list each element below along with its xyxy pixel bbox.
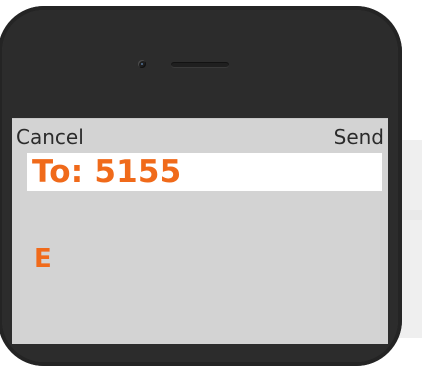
compose-nav-bar: Cancel Send xyxy=(12,126,388,148)
phone-screen: Cancel Send To: 5155 E xyxy=(12,118,388,344)
message-body-text[interactable]: E xyxy=(34,244,52,274)
phone-frame: Cancel Send To: 5155 E xyxy=(0,6,402,366)
send-button[interactable]: Send xyxy=(334,126,384,148)
front-camera-icon xyxy=(138,60,146,68)
recipient-text: To: 5155 xyxy=(32,154,182,190)
speaker-grille xyxy=(171,62,229,68)
cancel-button[interactable]: Cancel xyxy=(16,126,84,148)
recipient-field[interactable]: To: 5155 xyxy=(27,153,382,191)
